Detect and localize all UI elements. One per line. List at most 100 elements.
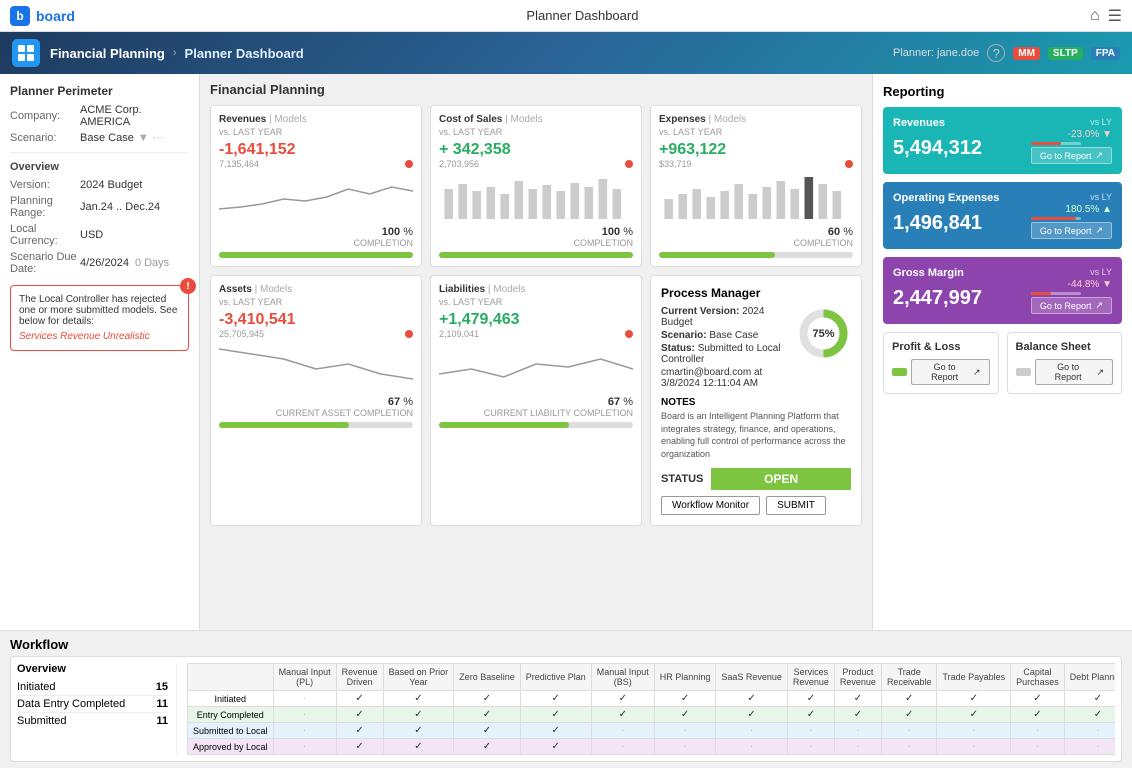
badge-sltp: SLTP — [1048, 47, 1083, 60]
rp-opex-value: 1,496,841 — [893, 212, 982, 235]
cell: ✓ — [336, 707, 383, 723]
cell: ✓ — [881, 707, 937, 723]
rp-gm-title: Gross Margin — [893, 267, 964, 279]
app-logo: b board — [10, 6, 75, 26]
col-revenue-driven: RevenueDriven — [336, 664, 383, 691]
workflow-overview: Overview Initiated 15 Data Entry Complet… — [17, 663, 177, 755]
company-label: Company: — [10, 110, 80, 122]
cos-header: Cost of Sales | Models — [439, 114, 633, 125]
assets-card: Assets | Models vs. LAST YEAR -3,410,541… — [210, 275, 422, 526]
col-header-label — [188, 664, 274, 691]
cell: ✓ — [937, 707, 1011, 723]
row-sub-label: Submitted to Local — [188, 723, 274, 739]
help-icon[interactable]: ? — [987, 44, 1005, 62]
main-area: Planner Perimeter Company: ACME Corp. AM… — [0, 74, 1132, 630]
scenario-more-icon[interactable]: ··· — [153, 132, 164, 144]
cell: ✓ — [1064, 691, 1115, 707]
bs-indicator — [1016, 368, 1031, 376]
workflow-initiated-row: Initiated 15 — [17, 679, 168, 696]
col-zero-baseline: Zero Baseline — [454, 664, 521, 691]
cos-subtitle: Models — [511, 114, 543, 125]
fp-title: Financial Planning — [210, 82, 862, 97]
pm-workflow-monitor-button[interactable]: Workflow Monitor — [661, 496, 760, 515]
exp-completion-label: COMPLETION — [659, 238, 853, 248]
rp-rev-goto-button[interactable]: Go to Report ↗ — [1031, 147, 1112, 164]
planning-range-row: Planning Range: Jan.24 .. Dec.24 — [10, 195, 189, 219]
cell: · — [1064, 723, 1115, 739]
pm-scenario: Scenario: Base Case — [661, 330, 786, 341]
col-saas-revenue: SaaS Revenue — [716, 664, 788, 691]
planner-perimeter-title: Planner Perimeter — [10, 84, 189, 98]
assets-ref: 25,705,945 — [219, 329, 413, 339]
revenues-subtitle: Models — [274, 114, 306, 125]
currency-value: USD — [80, 229, 103, 241]
cos-progress-bar — [439, 252, 633, 258]
cell: ✓ — [336, 723, 383, 739]
pm-submit-button[interactable]: SUBMIT — [766, 496, 826, 515]
liab-completion: 67 % — [439, 396, 633, 408]
liab-ref: 2,109,041 — [439, 329, 633, 339]
due-date-label: Scenario Due Date: — [10, 251, 80, 275]
workflow-initiated-label: Initiated — [17, 681, 56, 693]
rp-gm-delta: -44.8% ▼ — [1031, 279, 1112, 290]
cell: · — [881, 739, 937, 755]
col-based-prior: Based on PriorYear — [383, 664, 454, 691]
error-message: The Local Controller has rejected one or… — [19, 294, 180, 327]
top-bar: b board Planner Dashboard ⌂ ☰ — [0, 0, 1132, 32]
cell: ✓ — [336, 739, 383, 755]
rp-rev-title: Revenues — [893, 117, 945, 129]
cell: ✓ — [1011, 691, 1065, 707]
exp-completion: 60 % — [659, 226, 853, 238]
row-entry-label: Entry Completed — [188, 707, 274, 723]
error-detail: Services Revenue Unrealistic — [19, 331, 180, 342]
col-hr-planning: HR Planning — [654, 664, 716, 691]
home-icon[interactable]: ⌂ — [1090, 7, 1100, 25]
pl-goto-button[interactable]: Go to Report ↗ — [911, 359, 989, 385]
pm-status-row: STATUS OPEN — [661, 468, 851, 490]
pm-status-label: Status: — [661, 343, 695, 354]
cell: ✓ — [336, 691, 383, 707]
scenario-dropdown-icon[interactable]: ▼ — [138, 132, 149, 144]
assets-completion: 67 % — [219, 396, 413, 408]
cos-completion-label: COMPLETION — [439, 238, 633, 248]
cell: ✓ — [591, 691, 654, 707]
cell: · — [834, 739, 881, 755]
rp-opex-goto-button[interactable]: Go to Report ↗ — [1031, 222, 1112, 239]
row-approved-label: Approved by Local — [188, 739, 274, 755]
cell: · — [787, 739, 834, 755]
cell: ✓ — [383, 691, 454, 707]
cell: · — [654, 723, 716, 739]
cell: ✓ — [654, 691, 716, 707]
rp-gm-goto-button[interactable]: Go to Report ↗ — [1031, 297, 1112, 314]
table-row: Initiated · ✓ ✓ ✓ ✓ ✓ ✓ ✓ ✓ ✓ ✓ ✓ ✓ — [188, 691, 1116, 707]
cell: ✓ — [787, 691, 834, 707]
window-title: Planner Dashboard — [526, 8, 638, 23]
col-product-revenue: ProductRevenue — [834, 664, 881, 691]
cell: ✓ — [1011, 707, 1065, 723]
liab-progress-fill — [439, 422, 569, 428]
pm-submission: cmartin@board.com at 3/8/2024 12:11:04 A… — [661, 367, 786, 389]
days-value: 0 Days — [135, 257, 169, 269]
logo-icon: b — [10, 6, 30, 26]
cos-pct: 100 — [602, 226, 620, 238]
exp-header: Expenses | Models — [659, 114, 853, 125]
table-row: Entry Completed · ✓ ✓ ✓ ✓ ✓ ✓ ✓ ✓ ✓ ✓ ✓ … — [188, 707, 1116, 723]
workflow-submitted-label: Submitted — [17, 715, 67, 727]
assets-progress-bar — [219, 422, 413, 428]
version-label: Version: — [10, 179, 80, 191]
pm-open-button[interactable]: OPEN — [711, 468, 851, 490]
error-box: ! The Local Controller has rejected one … — [10, 285, 189, 351]
col-debt-planning: Debt Planning — [1064, 664, 1115, 691]
col-manual-input-bs: Manual Input(BS) — [591, 664, 654, 691]
bs-goto-button[interactable]: Go to Report ↗ — [1035, 359, 1113, 385]
rp-gm-vs: vs LY — [1090, 267, 1112, 277]
table-row: Submitted to Local · ✓ ✓ ✓ ✓ · · · · · ·… — [188, 723, 1116, 739]
menu-icon[interactable]: ☰ — [1108, 6, 1122, 26]
company-row: Company: ACME Corp. AMERICA — [10, 104, 189, 128]
exp-pct: 60 — [828, 226, 840, 238]
assets-chart — [219, 339, 413, 389]
cos-ref-value: 2,703,956 — [439, 159, 479, 169]
cell: · — [591, 723, 654, 739]
exp-period: vs. LAST YEAR — [659, 127, 853, 137]
planning-range-label: Planning Range: — [10, 195, 80, 219]
